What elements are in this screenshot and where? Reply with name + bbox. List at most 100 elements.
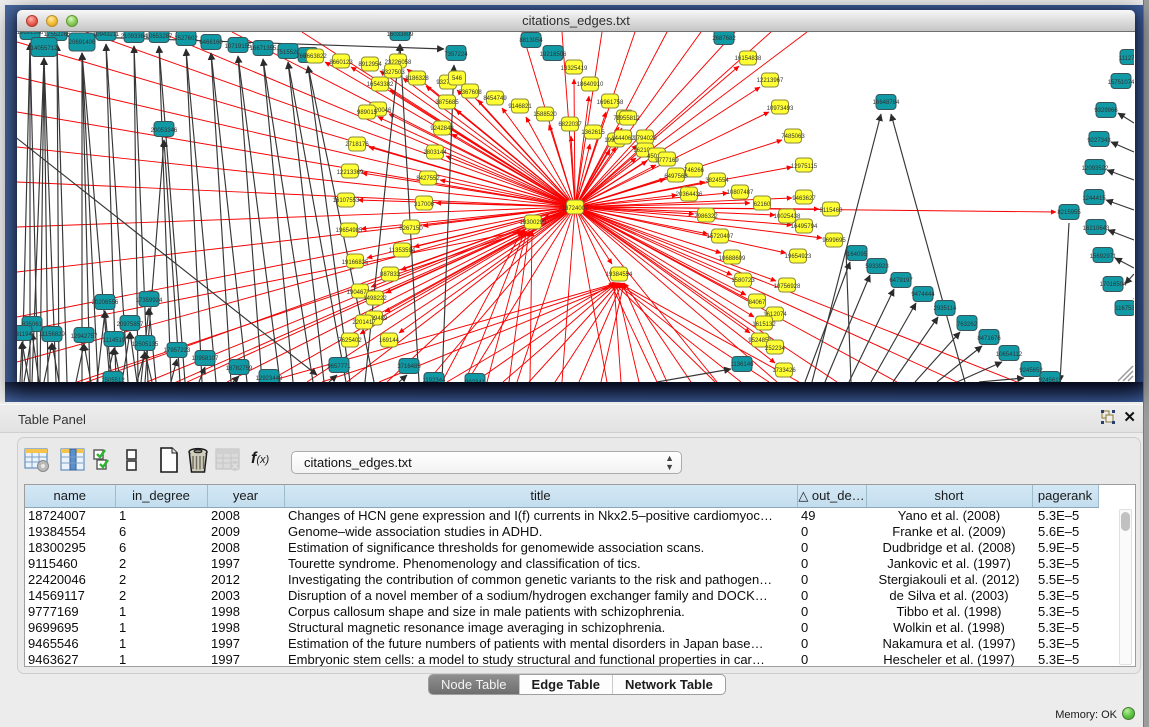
svg-text:1580723: 1580723: [731, 278, 755, 284]
svg-text:10943211: 10943211: [93, 32, 120, 38]
svg-text:17359924: 17359924: [136, 298, 163, 304]
svg-text:12213967: 12213967: [757, 78, 784, 84]
svg-text:19218506: 19218506: [540, 52, 567, 58]
svg-text:763262: 763262: [957, 322, 978, 328]
svg-text:992341: 992341: [465, 380, 486, 382]
svg-text:1527602: 1527602: [174, 36, 198, 42]
svg-text:9329966: 9329966: [1094, 108, 1118, 114]
svg-text:19654985: 19654985: [336, 228, 363, 234]
svg-text:2803144: 2803144: [423, 150, 447, 156]
svg-text:10688609: 10688609: [719, 256, 746, 262]
svg-text:11156829: 11156829: [39, 332, 65, 338]
svg-text:9777169: 9777169: [655, 158, 679, 164]
svg-text:546: 546: [452, 76, 463, 82]
svg-text:1733426: 1733426: [772, 368, 796, 374]
svg-text:16210643: 16210643: [1083, 226, 1110, 232]
svg-text:1615132: 1615132: [752, 322, 776, 328]
svg-text:19384554: 19384554: [606, 272, 633, 278]
svg-text:18724007: 18724007: [562, 206, 589, 212]
svg-text:1136146: 1136146: [731, 362, 755, 368]
svg-text:15692971: 15692971: [1090, 254, 1117, 260]
svg-text:1498222: 1498222: [363, 296, 387, 302]
svg-text:7986322: 7986322: [694, 214, 718, 220]
svg-text:19891396: 19891396: [17, 32, 44, 36]
svg-text:20691406: 20691406: [69, 40, 96, 46]
svg-text:8215955: 8215955: [1057, 210, 1081, 216]
svg-text:1362615: 1362615: [581, 130, 605, 136]
svg-text:9794028: 9794028: [633, 136, 657, 142]
svg-text:7625402: 7625402: [338, 338, 362, 344]
svg-text:12505135: 12505135: [132, 342, 159, 348]
svg-text:20206556: 20206556: [92, 300, 119, 306]
svg-text:18640910: 18640910: [577, 82, 604, 88]
svg-text:2201417: 2201417: [352, 320, 376, 326]
svg-text:9657771: 9657771: [327, 364, 351, 370]
svg-text:9146821: 9146821: [508, 104, 532, 110]
svg-text:16782759: 16782759: [226, 366, 253, 372]
svg-text:7357224: 7357224: [444, 52, 468, 58]
svg-text:9245652: 9245652: [1019, 368, 1043, 374]
svg-text:7663822: 7663822: [303, 54, 327, 60]
svg-text:12923448: 12923448: [256, 376, 283, 382]
svg-text:3716485: 3716485: [397, 364, 421, 370]
svg-text:9242848: 9242848: [430, 126, 454, 132]
svg-text:6466160: 6466160: [199, 40, 223, 46]
svg-text:2935114: 2935114: [934, 306, 958, 312]
svg-text:17016504: 17016504: [1100, 282, 1127, 288]
svg-text:7955812: 7955812: [616, 116, 640, 122]
svg-text:116753: 116753: [1115, 306, 1134, 312]
svg-text:16671355: 16671355: [250, 46, 277, 52]
svg-text:12975115: 12975115: [791, 164, 818, 170]
svg-text:8912954: 8912954: [358, 62, 382, 68]
svg-text:6822037: 6822037: [558, 122, 582, 128]
svg-text:1114519: 1114519: [103, 338, 126, 344]
svg-text:10756928: 10756928: [774, 284, 801, 290]
svg-text:8660123: 8660123: [329, 60, 353, 66]
svg-text:16033809: 16033809: [387, 32, 414, 38]
svg-text:20364436: 20364436: [676, 192, 703, 198]
svg-text:15720407: 15720407: [707, 234, 734, 240]
svg-text:10654112: 10654112: [996, 352, 1023, 358]
svg-text:12093522: 12093522: [1082, 166, 1109, 172]
svg-text:1444062: 1444062: [611, 136, 635, 142]
svg-text:9463627: 9463627: [792, 196, 816, 202]
svg-text:62160: 62160: [754, 202, 771, 208]
svg-text:5933923: 5933923: [865, 264, 889, 270]
svg-text:7485063: 7485063: [781, 134, 805, 140]
svg-text:16961758: 16961758: [597, 100, 624, 106]
svg-text:13325419: 13325419: [561, 66, 588, 72]
svg-text:2367608: 2367608: [458, 90, 482, 96]
svg-text:252234: 252234: [765, 346, 786, 352]
svg-text:15751074: 15751074: [1108, 80, 1134, 86]
svg-text:20975857: 20975857: [117, 322, 144, 328]
svg-text:2718176: 2718176: [345, 142, 369, 148]
svg-text:16107553: 16107553: [333, 198, 360, 204]
svg-text:19166825: 19166825: [342, 260, 369, 266]
svg-text:6479197: 6479197: [889, 278, 913, 284]
svg-text:989015: 989015: [357, 110, 378, 116]
svg-text:2687682: 2687682: [712, 36, 736, 42]
svg-text:8267150: 8267150: [399, 226, 423, 232]
svg-text:16154838: 16154838: [735, 56, 762, 62]
svg-text:164095: 164095: [847, 252, 868, 258]
svg-text:9474444: 9474444: [911, 292, 935, 298]
svg-text:12213369: 12213369: [337, 170, 364, 176]
svg-text:1588520: 1588520: [533, 112, 557, 118]
svg-text:10958107: 10958107: [192, 356, 219, 362]
svg-text:1505512: 1505512: [101, 378, 125, 382]
svg-text:9115460: 9115460: [820, 208, 844, 214]
svg-text:8454749: 8454749: [483, 96, 507, 102]
svg-text:16543382: 16543382: [367, 82, 394, 88]
svg-text:169144: 169144: [379, 338, 400, 344]
svg-text:12942757: 12942757: [71, 334, 98, 340]
svg-text:9699695: 9699695: [822, 238, 846, 244]
svg-text:10719155: 10719155: [225, 44, 252, 50]
svg-text:9227343: 9227343: [1087, 138, 1111, 144]
svg-text:10807487: 10807487: [727, 190, 754, 196]
svg-text:20053346: 20053346: [151, 128, 178, 134]
svg-text:11353594: 11353594: [389, 248, 416, 254]
svg-text:10973493: 10973493: [767, 106, 794, 112]
svg-text:16495794: 16495794: [791, 224, 818, 230]
svg-text:1244415: 1244415: [1082, 196, 1106, 202]
svg-text:8813054: 8813054: [519, 38, 543, 44]
